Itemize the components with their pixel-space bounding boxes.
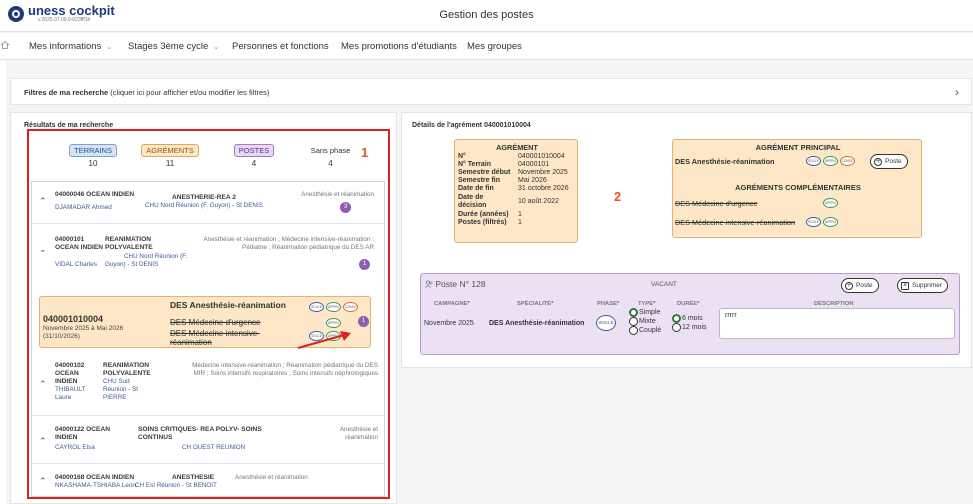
type-mixte-radio[interactable]: Mixte xyxy=(629,317,656,326)
top-bar: uness cockpit v.2025.07.09.0-023fff1b Ge… xyxy=(0,0,973,32)
conso-badge: CONSO xyxy=(343,302,358,312)
home-icon[interactable] xyxy=(0,40,10,50)
page-title: Gestion des postes xyxy=(439,9,534,21)
filter-toggle[interactable]: Filtres de ma recherche (cliquer ici pou… xyxy=(10,78,972,105)
annotation-2: 2 xyxy=(614,189,622,204)
agrement-principal: AGRÉMENT PRINCIPAL DES Anesthésie-réanim… xyxy=(672,139,922,238)
appro-badge: APPRO xyxy=(823,217,838,227)
col-phase: PHASE* xyxy=(597,301,620,307)
results-panel: Résultats de ma recherche 1 TERRAINS 10 … xyxy=(10,112,397,504)
poste-title: Poste N° 128 xyxy=(425,279,486,289)
socle-badge: SOCLE xyxy=(806,217,821,227)
socle-badge: SOCLE xyxy=(806,156,821,166)
side-strip xyxy=(0,61,6,504)
filter-label: Filtres de ma recherche (cliquer ici pou… xyxy=(24,88,270,97)
main-nav: Mes informations ⌄ Stages 3ème cycle ⌄ Per… xyxy=(0,33,973,60)
appro-badge: APPRO xyxy=(823,156,838,166)
trash-icon: × xyxy=(901,282,909,290)
chevron-right-icon[interactable]: › xyxy=(955,85,959,99)
type-simple-radio[interactable]: Simple xyxy=(629,308,660,317)
counter-postes[interactable]: POSTES 4 xyxy=(229,144,279,168)
description-textarea[interactable]: rrrrr xyxy=(719,308,955,339)
col-type: TYPE* xyxy=(638,301,656,307)
type-couple-radio[interactable]: Couplé xyxy=(629,326,661,335)
details-panel: Détails de l'agrément 040001010004 2 AGR… xyxy=(401,112,972,368)
appro-badge: APPRO xyxy=(823,198,838,208)
counter-terrains[interactable]: TERRAINS 10 xyxy=(63,144,123,168)
chevron-down-icon[interactable]: ⌄ xyxy=(39,244,47,255)
postes-count-badge: 3 xyxy=(340,202,351,213)
plus-icon: + xyxy=(845,282,853,290)
add-poste-button[interactable]: + Poste xyxy=(870,154,908,169)
nav-mes-promotions[interactable]: Mes promotions d'étudiants xyxy=(341,41,457,52)
col-specialite: SPÉCIALITÉ* xyxy=(517,301,554,307)
agrement-summary: AGRÉMENT N° 040001010004 N° Terrain 0400… xyxy=(454,139,578,243)
appro-badge: APPRO xyxy=(326,302,341,312)
chevron-up-icon[interactable]: ⌃ xyxy=(39,379,47,390)
duree-12-mois-radio[interactable]: 12 mois xyxy=(672,323,707,332)
campagne-value: Novembre 2025 xyxy=(424,320,474,327)
users-icon xyxy=(425,280,433,288)
specialite-value: DES Anesthésie-réanimation xyxy=(489,320,585,327)
chevron-up-icon[interactable]: ⌃ xyxy=(39,436,47,447)
details-title: Détails de l'agrément 040001010004 xyxy=(412,122,531,129)
delete-poste-button[interactable]: × Supprimer xyxy=(897,278,948,293)
poste-card: Poste N° 128 VACANT + Poste × Supprimer CA… xyxy=(420,273,960,355)
plus-icon: + xyxy=(874,158,882,166)
conso-badge: CONSO xyxy=(840,156,855,166)
add-poste-button[interactable]: + Poste xyxy=(841,278,879,293)
counter-agrements[interactable]: AGRÉMENTS 11 xyxy=(138,144,202,168)
nav-mes-informations[interactable]: Mes informations ⌄ xyxy=(29,41,112,52)
poste-status: VACANT xyxy=(651,281,677,288)
annotation-1: 1 xyxy=(361,145,369,160)
annotation-arrow xyxy=(297,331,351,350)
col-duree: DURÉE* xyxy=(677,301,700,307)
duree-6-mois-radio[interactable]: 6 mois xyxy=(672,314,703,323)
chevron-up-icon[interactable]: ⌃ xyxy=(39,476,47,487)
list-item[interactable]: ⌃ 04000168 OCEAN INDIEN ANESTHESIE Anest… xyxy=(32,464,384,497)
postes-count-badge: 1 xyxy=(358,316,369,327)
phase-socle-badge: SOCLE xyxy=(596,315,616,331)
nav-personnes-fonctions[interactable]: Personnes et fonctions xyxy=(232,41,329,52)
socle-badge: SOCLE xyxy=(309,302,324,312)
results-title: Résultats de ma recherche xyxy=(24,122,114,129)
results-highlight: 1 TERRAINS 10 AGRÉMENTS 11 POSTES 4 Sans… xyxy=(27,129,390,499)
appro-badge: APPRO xyxy=(326,318,341,328)
chevron-down-icon: ⌄ xyxy=(213,44,220,51)
list-item[interactable]: ⌃ 04000122 OCEAN SOINS CRITIQUES- REA PO… xyxy=(32,416,384,464)
col-campagne: CAMPAGNE* xyxy=(434,301,470,307)
chevron-up-icon[interactable]: ⌃ xyxy=(39,196,47,207)
list-item[interactable]: ⌃ 04000046 OCEAN INDIEN ANESTHERIE-REA 2… xyxy=(32,182,384,224)
list-item[interactable]: ⌄ 04000101 REANIMATION OCEAN INDIEN POLY… xyxy=(32,224,384,280)
col-description: DESCRIPTION xyxy=(814,301,854,307)
nav-stages-3eme-cycle[interactable]: Stages 3ème cycle ⌄ xyxy=(128,41,219,52)
postes-count-badge: 1 xyxy=(359,259,370,270)
counter-sans-phase[interactable]: Sans phase 4 xyxy=(303,144,358,168)
nav-mes-groupes[interactable]: Mes groupes xyxy=(467,41,522,52)
list-item[interactable]: ⌃ 04000102 REANIMATION OCEAN POLYVALENTE… xyxy=(32,354,384,416)
chevron-down-icon: ⌄ xyxy=(106,44,113,51)
